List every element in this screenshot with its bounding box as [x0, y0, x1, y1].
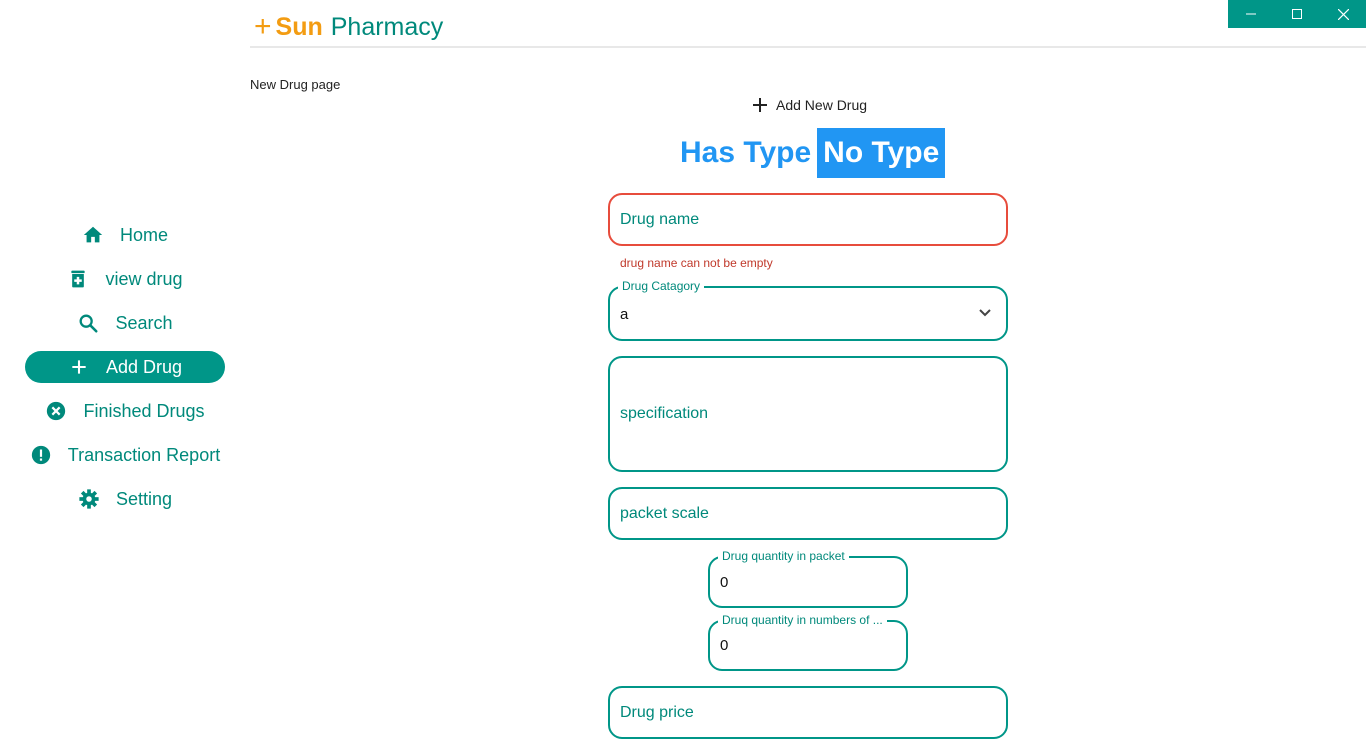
- app-brand: + Sun Pharmacy: [254, 12, 443, 42]
- sidebar-item-label: Setting: [115, 488, 173, 509]
- sidebar-item-label: Add Drug: [105, 356, 183, 377]
- drug-category-value: a: [620, 306, 629, 323]
- brand-plus-icon: +: [254, 10, 272, 43]
- drug-quantity-in-packet-field[interactable]: Drug quantity in packet 0: [708, 549, 908, 608]
- sidebar-item-home[interactable]: Home: [25, 219, 225, 251]
- drug-icon: [67, 268, 89, 290]
- specification-field[interactable]: specification: [608, 356, 1008, 472]
- drug-category-label: Drug Catagory: [618, 279, 705, 293]
- sidebar-item-add-drug[interactable]: Add Drug: [25, 351, 225, 383]
- drug-name-error: drug name can not be empty: [620, 256, 773, 270]
- sidebar-item-label: view drug: [105, 268, 183, 289]
- sidebar-item-search[interactable]: Search: [25, 307, 225, 339]
- page-title: New Drug page: [250, 77, 341, 92]
- sidebar-item-view-drug[interactable]: view drug: [25, 263, 225, 295]
- plus-icon: [68, 356, 90, 378]
- add-new-drug-button[interactable]: Add New Drug: [752, 97, 867, 113]
- sidebar-item-transaction-report[interactable]: Transaction Report: [25, 439, 225, 471]
- drug-name-placeholder: Drug name: [620, 211, 700, 228]
- cancel-circle-icon: [45, 400, 67, 422]
- brand-name-rest: Pharmacy: [330, 12, 444, 41]
- drug-name-field[interactable]: Drug name: [608, 193, 1008, 246]
- sidebar-item-label: Home: [119, 224, 168, 245]
- app-header: + Sun Pharmacy: [250, 8, 1366, 48]
- home-icon: [82, 224, 104, 246]
- sidebar-item-finished-drugs[interactable]: Finished Drugs: [25, 395, 225, 427]
- has-type-option[interactable]: Has Type: [680, 131, 817, 175]
- gear-icon: [78, 488, 100, 510]
- drug-quantity-in-numbers-label: Druq quantity in numbers of ...: [718, 613, 887, 627]
- alert-circle-icon: [30, 444, 52, 466]
- sidebar-nav: Home view drug Search Add Drug Finished …: [25, 219, 225, 527]
- drug-category-select[interactable]: Drug Catagory a: [608, 279, 1008, 341]
- no-type-option[interactable]: No Type: [817, 128, 946, 178]
- packet-scale-field[interactable]: packet scale: [608, 487, 1008, 540]
- sidebar-item-label: Finished Drugs: [83, 400, 205, 421]
- sidebar-item-label: Transaction Report: [67, 444, 221, 465]
- packet-scale-placeholder: packet scale: [620, 505, 709, 522]
- drug-quantity-in-packet-label: Drug quantity in packet: [718, 549, 849, 563]
- chevron-down-icon: [978, 305, 992, 323]
- brand-name-bold: Sun: [275, 12, 323, 41]
- drug-quantity-in-packet-value: 0: [720, 574, 729, 591]
- drug-price-placeholder: Drug price: [620, 704, 694, 721]
- drug-price-field[interactable]: Drug price: [608, 686, 1008, 739]
- type-toggle: Has Type No Type: [680, 128, 946, 178]
- sidebar-item-label: Search: [115, 312, 173, 333]
- drug-quantity-in-numbers-field[interactable]: Druq quantity in numbers of ... 0: [708, 613, 908, 671]
- specification-placeholder: specification: [620, 405, 709, 422]
- sidebar-item-setting[interactable]: Setting: [25, 483, 225, 515]
- plus-icon: [752, 97, 768, 113]
- add-new-drug-label: Add New Drug: [776, 97, 868, 113]
- drug-quantity-in-numbers-value: 0: [720, 637, 729, 654]
- search-icon: [77, 312, 99, 334]
